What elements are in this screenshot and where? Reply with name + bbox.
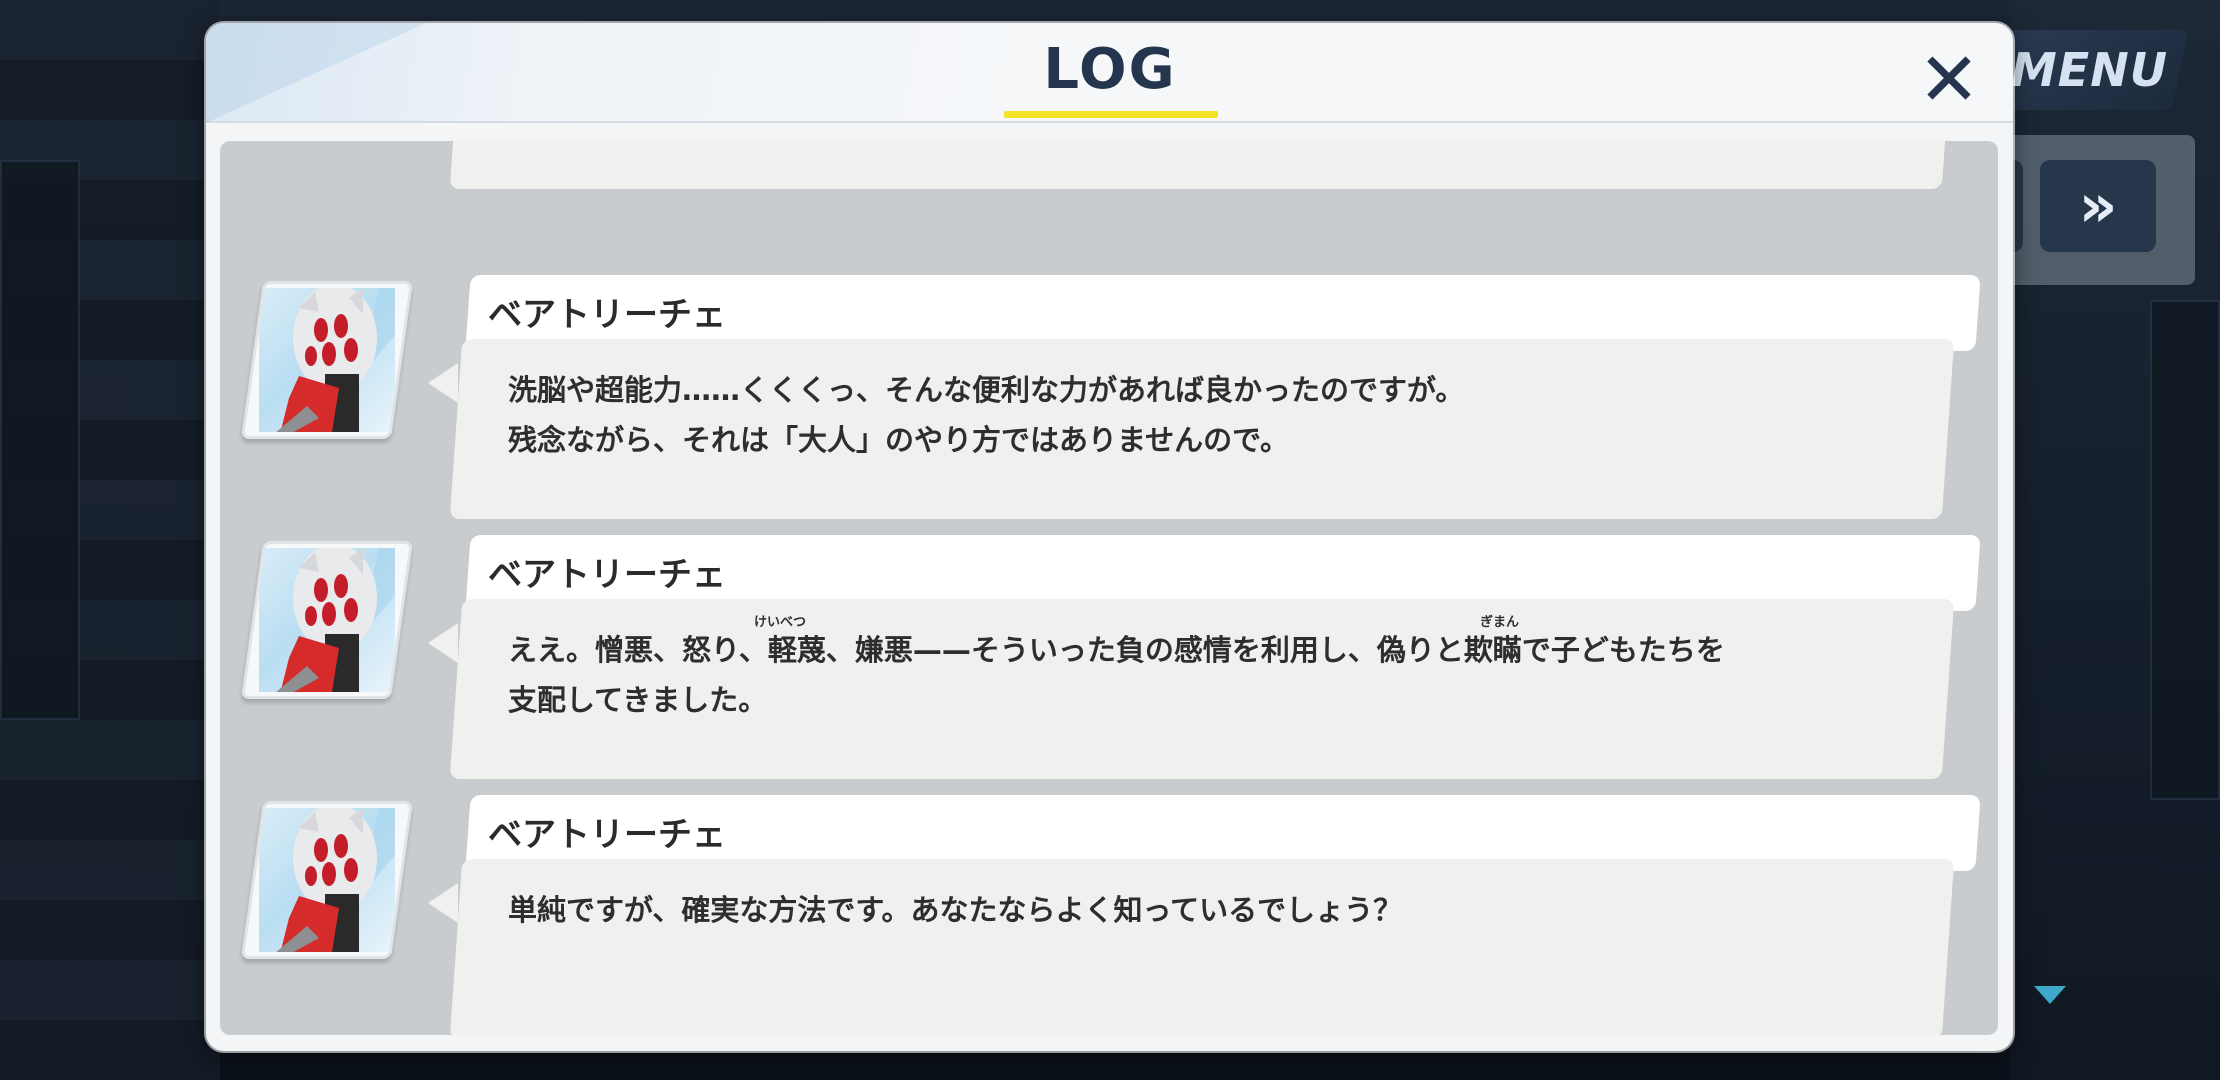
beatrice-portrait-icon [269,808,395,952]
log-entry [220,141,1998,191]
speaker-name: ベアトリーチェ [488,814,726,855]
log-entry: ベアトリーチェ けいべつ ぎまん ええ。憎悪、怒り、軽蔑、嫌悪——そういった負の… [220,535,1998,781]
log-dialog: LOG ✕ ベアトリーチェ 洗脳や超能力……くくくっ、そんな便利な力があれば良か… [206,23,2013,1051]
title-underline [1004,111,1218,118]
beatrice-portrait-icon [269,548,395,692]
speaker-name: ベアトリーチェ [488,294,726,335]
log-header: LOG ✕ [206,23,2013,123]
speaker-avatar [240,281,414,439]
close-icon[interactable]: ✕ [1906,37,1992,123]
message-box [449,141,1955,189]
background-shelf [0,160,80,720]
header-decoration [206,23,426,123]
log-title: LOG [1043,37,1177,102]
menu-button[interactable]: MENU [1991,30,2189,110]
speaker-avatar [240,541,414,699]
beatrice-portrait-icon [269,288,395,432]
message-text: 洗脳や超能力……くくくっ、そんな便利な力があれば良かったのですが。 残念ながら、… [508,373,1465,457]
speech-pointer [428,363,458,403]
speech-pointer [428,623,458,663]
speech-pointer [428,883,458,923]
log-entry: ベアトリーチェ 洗脳や超能力……くくくっ、そんな便利な力があれば良かったのですが… [220,275,1998,521]
speaker-name: ベアトリーチェ [488,554,726,595]
message-text: 単純ですが、確実な方法です。あなたならよく知っているでしょう？ [508,893,1403,927]
skip-button[interactable]: » [2040,160,2156,252]
scroll-down-triangle-icon[interactable] [2034,986,2066,1004]
menu-button-label: MENU [2011,43,2169,97]
fast-forward-icon: » [2078,171,2118,241]
speaker-avatar [240,801,414,959]
background-shelf [2150,300,2220,800]
message-text: ええ。憎悪、怒り、軽蔑、嫌悪——そういった負の感情を利用し、偽りと欺瞞で子どもた… [508,633,1725,717]
log-entry: ベアトリーチェ 単純ですが、確実な方法です。あなたならよく知っているでしょう？ [220,795,1998,1035]
log-list[interactable]: ベアトリーチェ 洗脳や超能力……くくくっ、そんな便利な力があれば良かったのですが… [220,141,1998,1035]
